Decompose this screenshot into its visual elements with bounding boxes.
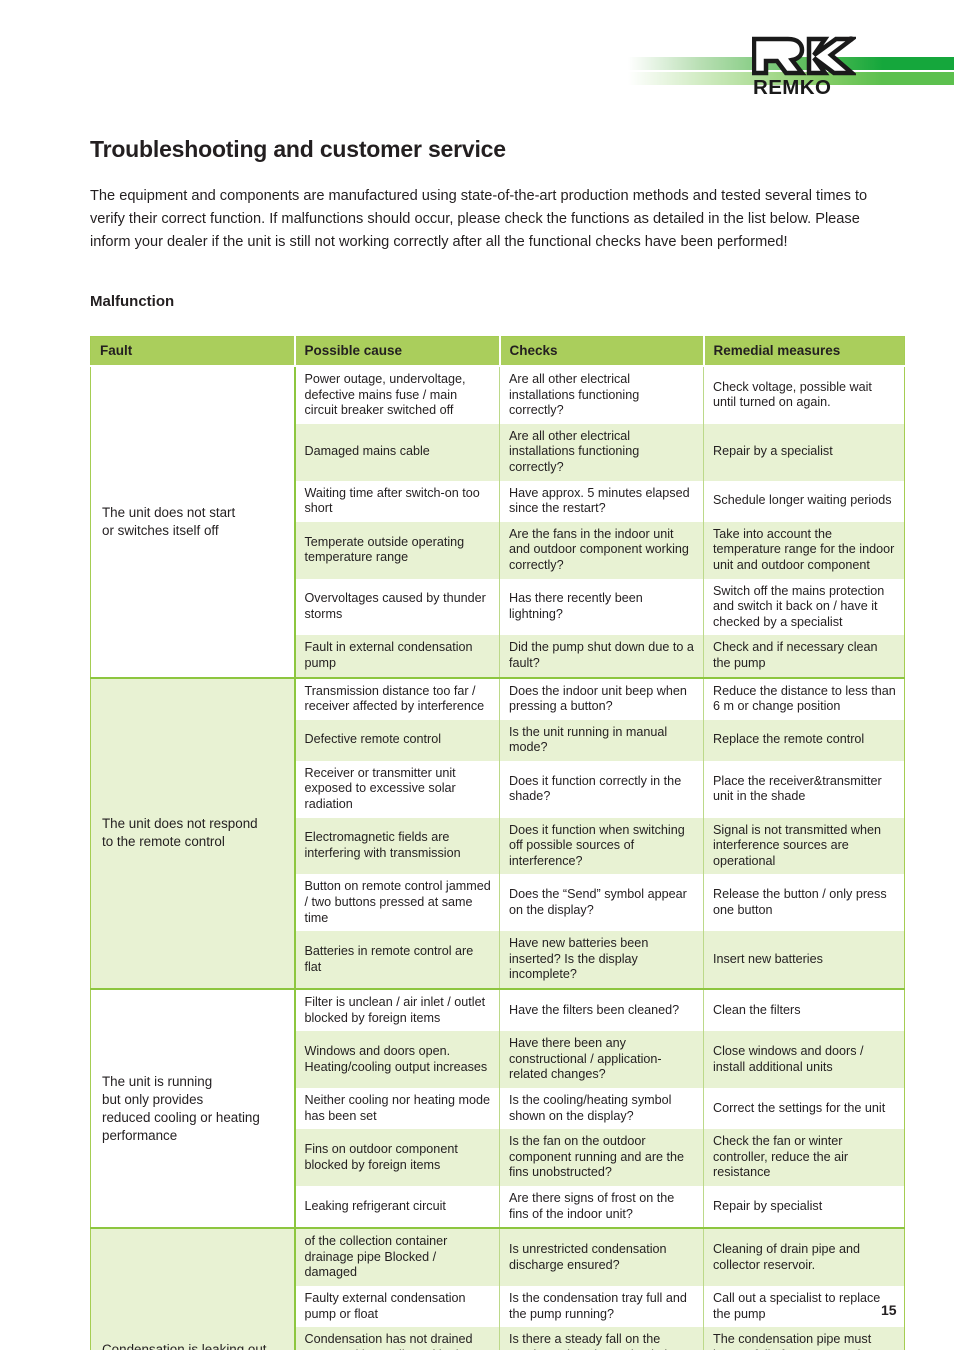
checks-cell: Is unrestricted condensation discharge e… — [499, 1227, 704, 1286]
checks-cell: Does it function when switching off poss… — [499, 817, 704, 875]
remedial-measures-cell: Replace the remote control — [703, 719, 905, 761]
checks-cell: Did the pump shut down due to a fault? — [499, 635, 704, 678]
checks-cell: Are all other electrical installations f… — [499, 365, 704, 424]
remedial-measures-cell: Call out a specialist to replace the pum… — [703, 1285, 905, 1328]
checks-cell: Have there been any constructional / app… — [499, 1031, 704, 1088]
page-title: Troubleshooting and customer service — [90, 136, 506, 162]
section-subheading: Malfunction — [90, 293, 175, 310]
remedial-measures-cell: The condensation pipe must have a fall. … — [703, 1327, 905, 1350]
checks-cell: Are the fans in the indoor unit and outd… — [499, 521, 704, 579]
checks-cell: Is the condensation tray full and the pu… — [499, 1285, 704, 1328]
column-header-possible-cause: Possible cause — [294, 336, 501, 367]
table-header-row: Fault Possible cause Checks Remedial mea… — [90, 336, 905, 367]
possible-cause-cell: Waiting time after switch-on too short — [294, 480, 500, 522]
checks-cell: Does it function correctly in the shade? — [499, 760, 704, 818]
page-number: 15 — [881, 1302, 897, 1318]
remedial-measures-cell: Take into account the temperature range … — [703, 521, 905, 579]
page-header: REMKO ® — [0, 0, 954, 118]
possible-cause-cell: Leaking refrigerant circuit — [294, 1185, 500, 1229]
remedial-measures-cell: Check voltage, possible wait until turne… — [703, 365, 905, 424]
checks-cell: Has there recently been lightning? — [499, 578, 704, 636]
remedial-measures-cell: Cleaning of drain pipe and collector res… — [703, 1227, 905, 1286]
possible-cause-cell: Filter is unclean / air inlet / outlet b… — [294, 987, 500, 1032]
remedial-measures-cell: Switch off the mains protection and swit… — [703, 578, 905, 636]
possible-cause-cell: Fins on outdoor component blocked by for… — [294, 1129, 500, 1186]
remedial-measures-cell: Repair by a specialist — [703, 423, 905, 481]
possible-cause-cell: Windows and doors open. Heating/cooling … — [294, 1031, 500, 1088]
table-row: The unit is running but only provides redu… — [90, 987, 905, 1229]
troubleshooting-table-wrapper: Fault Possible cause Checks Remedial mea… — [90, 336, 905, 1350]
possible-cause-cell: Neither cooling nor heating mode has bee… — [294, 1087, 500, 1130]
remedial-measures-cell: Schedule longer waiting periods — [703, 480, 905, 522]
possible-cause-cell: Condensation has not drained away and ha… — [294, 1327, 500, 1350]
possible-cause-cell: Fault in external condensation pump — [294, 635, 500, 678]
remedial-measures-cell: Reduce the distance to less than 6 m or … — [703, 676, 905, 720]
checks-cell: Are there signs of frost on the fins of … — [499, 1185, 704, 1229]
possible-cause-cell: of the collection container drainage pip… — [294, 1227, 500, 1286]
checks-cell: Have the filters been cleaned? — [499, 987, 704, 1032]
fault-cell: Condensation is leaking out — [90, 1227, 296, 1350]
column-header-remedial-measures: Remedial measures — [703, 336, 905, 367]
remedial-measures-cell: Place the receiver&transmitter unit in t… — [703, 760, 905, 818]
registered-trademark-icon: ® — [848, 35, 854, 44]
checks-cell: Does the “Send” symbol appear on the dis… — [499, 874, 704, 932]
checks-cell: Does the indoor unit beep when pressing … — [499, 676, 704, 720]
remedial-measures-cell: Correct the settings for the unit — [703, 1087, 905, 1130]
remedial-measures-cell: Repair by specialist — [703, 1185, 905, 1229]
fault-cell: The unit is running but only provides redu… — [90, 987, 296, 1229]
table-row: The unit does not start or switches itsel… — [90, 365, 905, 678]
possible-cause-cell: Transmission distance too far / receiver… — [294, 676, 500, 720]
possible-cause-cell: Defective remote control — [294, 719, 500, 761]
column-header-fault: Fault — [90, 336, 296, 367]
fault-cell: The unit does not respond to the remote c… — [90, 676, 296, 989]
checks-cell: Have approx. 5 minutes elapsed since the… — [499, 480, 704, 522]
svg-text:REMKO: REMKO — [753, 76, 831, 97]
remedial-measures-cell: Insert new batteries — [703, 931, 905, 989]
remedial-measures-cell: Release the button / only press one butt… — [703, 874, 905, 932]
table-row: Condensation is leaking out of the collec… — [90, 1227, 905, 1350]
remedial-measures-cell: Signal is not transmitted when interfere… — [703, 817, 905, 875]
intro-paragraph: The equipment and components are manufac… — [90, 188, 868, 250]
possible-cause-cell: Temperate outside operating temperature … — [294, 521, 500, 579]
remedial-measures-cell: Clean the filters — [703, 987, 905, 1032]
checks-cell: Are all other electrical installations f… — [499, 423, 704, 481]
checks-cell: Is there a steady fall on the condensati… — [499, 1327, 704, 1350]
remko-logo: REMKO ® — [752, 33, 856, 97]
possible-cause-cell: Overvoltages caused by thunder storms — [294, 578, 500, 636]
possible-cause-cell: Faulty external condensation pump or flo… — [294, 1285, 500, 1328]
remedial-measures-cell: Close windows and doors / install additi… — [703, 1031, 905, 1088]
remedial-measures-cell: Check the fan or winter controller, redu… — [703, 1129, 905, 1186]
checks-cell: Is the unit running in manual mode? — [499, 719, 704, 761]
document-page: REMKO ® Troubleshooting and customer ser… — [0, 0, 954, 1350]
table-body: The unit does not start or switches itsel… — [90, 365, 905, 1350]
possible-cause-cell: Batteries in remote control are flat — [294, 931, 500, 989]
remedial-measures-cell: Check and if necessary clean the pump — [703, 635, 905, 678]
table-row: The unit does not respond to the remote c… — [90, 676, 905, 989]
possible-cause-cell: Button on remote control jammed / two bu… — [294, 874, 500, 932]
troubleshooting-table: Fault Possible cause Checks Remedial mea… — [90, 336, 905, 1350]
table-header: Fault Possible cause Checks Remedial mea… — [90, 336, 905, 367]
possible-cause-cell: Damaged mains cable — [294, 423, 500, 481]
checks-cell: Is the cooling/heating symbol shown on t… — [499, 1087, 704, 1130]
possible-cause-cell: Receiver or transmitter unit exposed to … — [294, 760, 500, 818]
possible-cause-cell: Power outage, undervoltage, defective ma… — [294, 365, 500, 424]
checks-cell: Is the fan on the outdoor component runn… — [499, 1129, 704, 1186]
checks-cell: Have new batteries been inserted? Is the… — [499, 931, 704, 989]
fault-cell: The unit does not start or switches itsel… — [90, 365, 296, 678]
possible-cause-cell: Electromagnetic fields are interfering w… — [294, 817, 500, 875]
column-header-checks: Checks — [499, 336, 705, 367]
